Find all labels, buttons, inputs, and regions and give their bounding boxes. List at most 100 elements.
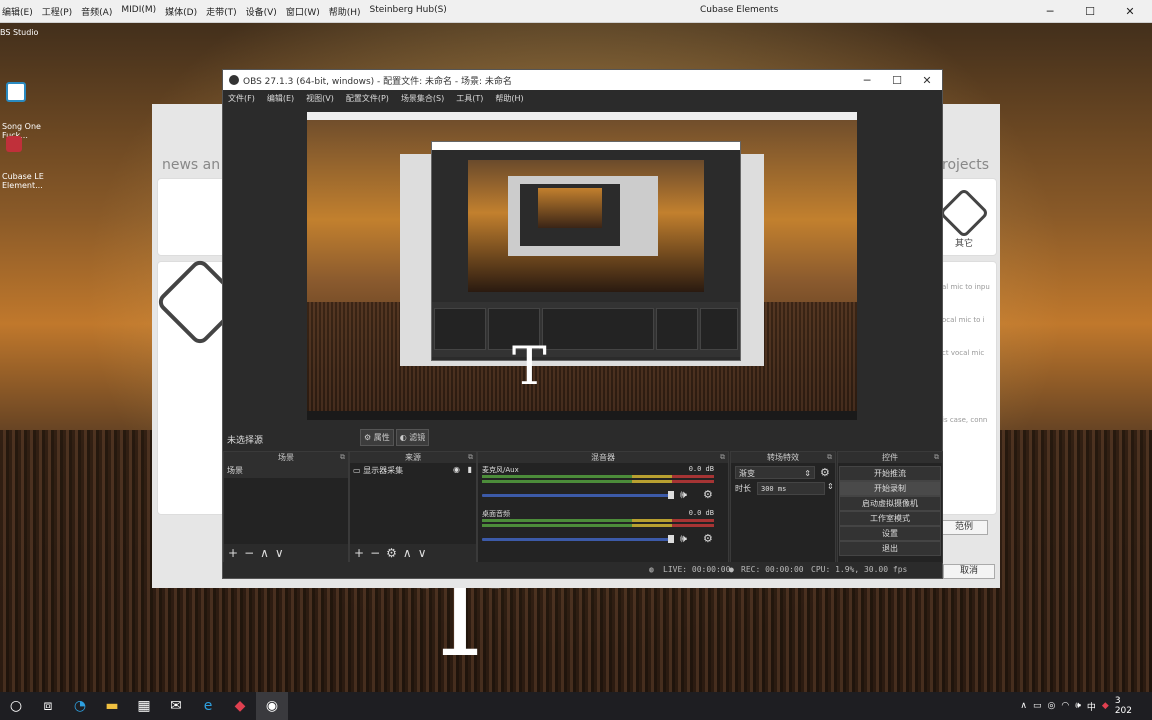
scene-item[interactable]: 场景	[224, 463, 348, 478]
start-recording-button[interactable]: 开始录制	[839, 481, 941, 496]
obs-preview[interactable]: T	[307, 112, 857, 420]
exit-button[interactable]: 退出	[839, 541, 941, 556]
start-streaming-button[interactable]: 开始推流	[839, 466, 941, 481]
add-icon[interactable]: +	[354, 546, 364, 560]
gear-icon[interactable]: ⚙	[820, 466, 830, 479]
preview-obs-window	[431, 141, 741, 361]
input-language[interactable]: 中	[1087, 700, 1096, 713]
obs-menu-tools[interactable]: 工具(T)	[456, 93, 483, 104]
move-down-icon[interactable]: ∨	[418, 546, 427, 560]
gear-icon[interactable]: ⚙	[703, 488, 713, 501]
volume-slider-handle[interactable]	[668, 535, 674, 543]
properties-button[interactable]: ⚙ 属性	[360, 428, 394, 446]
source-item[interactable]: ▭ 显示器采集 ◉ ▮	[350, 463, 476, 478]
obs-menu-edit[interactable]: 编辑(E)	[267, 93, 294, 104]
network-icon[interactable]: ▭	[1033, 701, 1042, 711]
close-icon[interactable]: ✕	[1110, 5, 1150, 18]
obs-menubar: 文件(F) 编辑(E) 视图(V) 配置文件(P) 场景集合(S) 工具(T) …	[223, 90, 942, 106]
globe-icon[interactable]: ◎	[1047, 701, 1055, 711]
cubase-menu-transport[interactable]: 走带(T)	[206, 5, 237, 18]
volume-slider[interactable]	[482, 494, 672, 497]
search-circle-icon[interactable]: ○	[0, 692, 32, 720]
desktop-icon-obs[interactable]: BS Studio	[0, 28, 38, 37]
gear-icon[interactable]: ⚙	[703, 532, 713, 545]
cubase-menu-audio[interactable]: 音频(A)	[81, 5, 112, 18]
visibility-eye-icon[interactable]: ◉	[453, 465, 460, 474]
clock[interactable]: 3 202	[1115, 696, 1132, 716]
obs-menu-file[interactable]: 文件(F)	[228, 93, 255, 104]
cubase-menu-midi[interactable]: MIDI(M)	[121, 5, 156, 18]
cubase-menu-edit[interactable]: 编辑(E)	[2, 5, 33, 18]
obs-statusbar: ◍ LIVE: 00:00:00 ● REC: 00:00:00 CPU: 1.…	[223, 562, 942, 578]
chevron-up-icon[interactable]: ∧	[1020, 701, 1027, 711]
cubase-menu-window[interactable]: 窗口(W)	[286, 5, 320, 18]
wifi-icon[interactable]: ◠	[1061, 701, 1069, 711]
move-up-icon[interactable]: ∧	[260, 546, 269, 560]
sources-dock-title: 来源	[405, 453, 421, 462]
hub-cancel-button[interactable]: 取消	[943, 564, 995, 579]
gear-icon[interactable]: ⚙	[386, 546, 397, 560]
dock-float-icon[interactable]: ⧉	[720, 452, 725, 463]
mail-icon[interactable]: ✉	[160, 692, 192, 720]
settings-button[interactable]: 设置	[839, 526, 941, 541]
rec-icon: ●	[729, 565, 734, 574]
cubase-menu-help[interactable]: 帮助(H)	[329, 5, 361, 18]
hub-news-panel	[157, 178, 229, 256]
move-up-icon[interactable]: ∧	[403, 546, 412, 560]
minimize-icon[interactable]: ─	[1030, 5, 1070, 18]
cubase-menu-media[interactable]: 媒体(D)	[165, 5, 197, 18]
speaker-icon[interactable]: 🕪	[680, 532, 687, 546]
mixer-dock-header: 混音器 ⧉	[478, 452, 728, 463]
obs-taskbar-icon[interactable]: ◉	[256, 692, 288, 720]
audio-meter	[482, 524, 714, 527]
cubase-menu-project[interactable]: 工程(P)	[42, 5, 72, 18]
start-virtual-camera-button[interactable]: 启动虚拟摄像机	[839, 496, 941, 511]
ie-icon[interactable]: e	[192, 692, 224, 720]
move-down-icon[interactable]: ∨	[275, 546, 284, 560]
duration-label: 时长	[735, 484, 751, 493]
obs-menu-help[interactable]: 帮助(H)	[495, 93, 523, 104]
lock-icon[interactable]: ▮	[468, 465, 472, 474]
transition-select[interactable]: 渐变 ⇕	[735, 466, 815, 479]
transitions-dock-header: 转场特效 ⧉	[731, 452, 835, 463]
cubase-taskbar-icon[interactable]: ◆	[224, 692, 256, 720]
hub-templates-button[interactable]: 范例	[940, 520, 988, 535]
maximize-icon[interactable]: ☐	[882, 74, 912, 87]
obs-menu-scene-collection[interactable]: 场景集合(S)	[401, 93, 444, 104]
remove-icon[interactable]: −	[244, 546, 254, 560]
audio-meter	[482, 480, 714, 483]
mixer-track: 麦克风/Aux 0.0 dB 🕪 ⚙	[478, 463, 728, 507]
cubase-menu-hub[interactable]: Steinberg Hub(S)	[370, 5, 447, 18]
volume-icon[interactable]: 🕪	[1075, 701, 1081, 711]
duration-spinbox[interactable]: 300 ms	[757, 482, 825, 495]
dock-float-icon[interactable]: ⧉	[934, 452, 939, 463]
obs-menu-profile[interactable]: 配置文件(P)	[346, 93, 389, 104]
filters-button[interactable]: ◐ 滤镜	[395, 428, 430, 446]
minimize-icon[interactable]: ─	[852, 74, 882, 87]
mixer-track-name: 麦克风/Aux	[482, 466, 519, 474]
speaker-icon[interactable]: 🕪	[680, 488, 687, 502]
store-icon[interactable]: ▦	[128, 692, 160, 720]
spin-arrows-icon[interactable]: ⇕	[827, 482, 834, 491]
remove-icon[interactable]: −	[370, 546, 380, 560]
preview-taskbar	[307, 411, 857, 420]
dock-float-icon[interactable]: ⧉	[827, 452, 832, 463]
cubase-menu-devices[interactable]: 设备(V)	[246, 5, 277, 18]
edge-icon[interactable]: ◔	[64, 692, 96, 720]
task-view-icon[interactable]: ⧈	[32, 692, 64, 720]
dock-float-icon[interactable]: ⧉	[340, 452, 345, 463]
dock-float-icon[interactable]: ⧉	[468, 452, 473, 463]
file-explorer-icon[interactable]: ▬	[96, 692, 128, 720]
desktop-icon-cubase[interactable]: Cubase LE Element...	[2, 118, 44, 199]
volume-slider[interactable]	[482, 538, 672, 541]
obs-menu-view[interactable]: 视图(V)	[306, 93, 334, 104]
maximize-icon[interactable]: ☐	[1070, 5, 1110, 18]
hub-project-text: ct vocal mic	[942, 349, 985, 357]
app-tray-icon[interactable]: ◆	[1102, 701, 1109, 711]
volume-slider-handle[interactable]	[668, 491, 674, 499]
close-icon[interactable]: ✕	[912, 74, 942, 87]
windows-taskbar: ○ ⧈ ◔ ▬ ▦ ✉ e ◆ ◉ ∧ ▭ ◎ ◠ 🕪 中 ◆ 3 202	[0, 692, 1152, 720]
studio-mode-button[interactable]: 工作室模式	[839, 511, 941, 526]
add-icon[interactable]: +	[228, 546, 238, 560]
live-icon: ◍	[649, 565, 654, 574]
